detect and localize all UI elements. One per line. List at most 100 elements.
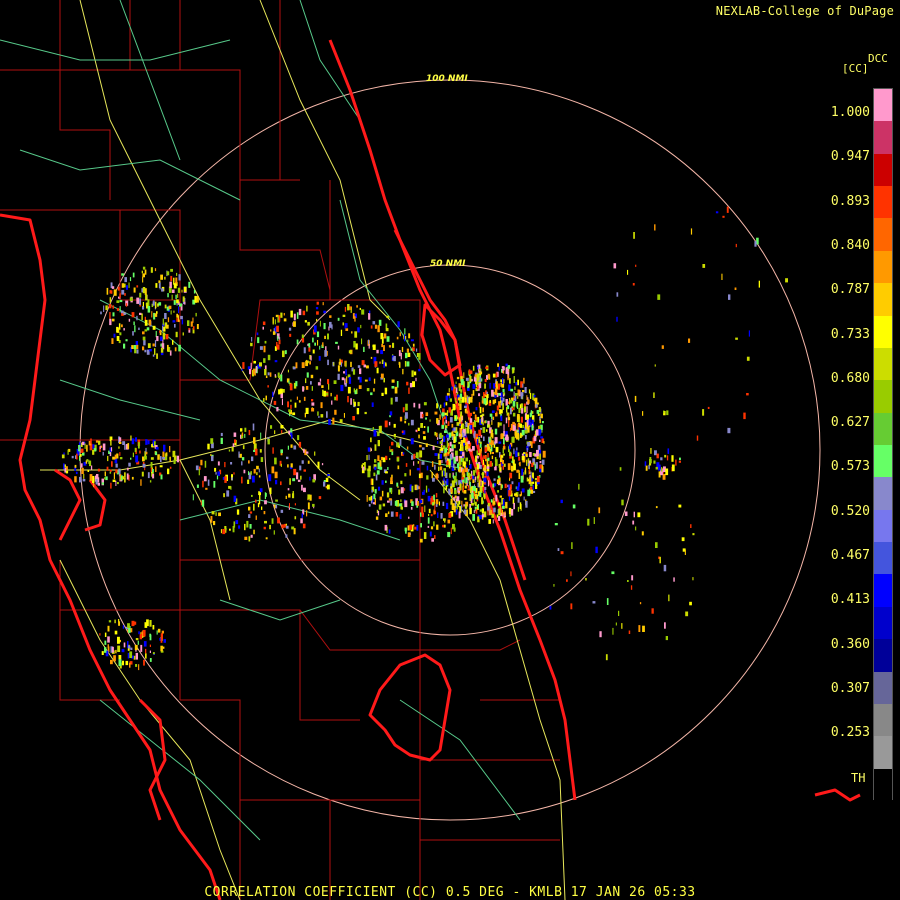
echo-pixel [287,464,289,468]
echo-pixel [294,516,297,520]
echo-pixel [247,479,249,484]
echo-pixel [348,350,352,354]
echo-pixel [508,384,511,391]
echo-pixel [368,504,371,507]
echo-pixel [496,405,499,411]
echo-pixel [138,442,140,449]
echo-pixel [131,312,135,318]
echo-pixel [119,457,123,460]
echo-pixel [225,528,227,531]
echo-pixel [129,277,132,282]
echo-pixel [459,403,462,411]
echo-pixel [264,520,267,524]
echo-pixel [249,524,252,529]
echo-pixel [655,542,658,548]
echo-pixel [387,511,390,515]
source-credit: NEXLAB-College of DuPage [715,4,894,18]
echo-pixel [280,509,284,513]
echo-pixel [285,525,289,529]
echo-pixel [502,370,505,374]
echo-pixel [370,437,372,443]
echo-pixel [631,575,634,581]
echo-pixel [281,398,283,406]
echo-pixel [598,507,601,514]
color-scale-swatch [874,671,892,705]
echo-pixel [303,347,306,354]
echo-pixel [454,490,457,495]
echo-pixel [465,477,468,483]
echo-pixel [372,321,376,325]
echo-pixel [233,495,237,502]
echo-pixel [410,419,414,426]
echo-pixel [267,438,270,445]
echo-pixel [428,488,430,492]
echo-pixel [404,500,408,508]
echo-pixel [133,345,137,350]
echo-pixel [325,477,329,482]
echo-pixel [307,343,309,346]
echo-pixel [386,336,390,342]
echo-pixel [109,452,112,457]
echo-pixel [323,310,326,314]
echo-pixel [758,280,760,288]
echo-pixel [359,368,362,375]
echo-pixel [526,414,529,420]
echo-pixel [253,360,256,364]
echo-pixel [242,362,245,369]
echo-pixel [474,501,477,506]
echo-pixel [450,527,452,535]
echo-pixel [133,321,135,326]
echo-pixel [688,338,691,343]
echo-pixel [241,432,244,436]
echo-pixel [673,577,675,582]
echo-pixel [489,400,491,403]
echo-pixel [150,267,153,273]
echo-pixel [466,483,468,486]
echo-pixel [459,461,462,466]
echo-pixel [312,503,315,507]
echo-pixel [127,467,129,471]
echo-pixel [480,427,483,430]
echo-pixel [726,206,729,213]
echo-pixel [150,462,153,469]
echo-pixel [281,430,283,434]
echo-pixel [129,297,133,302]
color-scale-tick-label: 0.840 [830,237,870,253]
echo-pixel [115,469,118,474]
echo-pixel [109,436,111,442]
echo-pixel [587,518,590,526]
echo-pixel [265,537,268,540]
echo-pixel [453,388,456,394]
echo-pixel [354,331,358,338]
color-scale-swatch [874,121,892,155]
echo-pixel [536,475,540,483]
echo-pixel [147,440,150,445]
echo-pixel [250,471,252,475]
echo-pixel [458,511,461,519]
echo-pixel [354,316,356,322]
legend-product-code: DCC [868,52,888,65]
echo-pixel [450,448,454,452]
echo-pixel [642,625,645,632]
echo-pixel [378,319,382,326]
echo-pixel [481,514,485,518]
echo-pixel [169,456,171,463]
echo-pixel [132,272,135,278]
echo-pixel [151,311,153,318]
secondary-roads [0,0,521,841]
echo-pixel [318,355,321,361]
echo-pixel [504,511,506,516]
echo-pixel [130,647,133,650]
echo-pixel [437,453,440,460]
echo-pixel [378,504,382,510]
echo-pixel [298,400,301,403]
echo-pixel [486,391,488,394]
echo-pixel [470,487,472,494]
echo-pixel [322,302,324,306]
echo-pixel [509,378,511,384]
echo-pixel [524,467,527,474]
echo-pixel [305,407,309,414]
echo-pixel [371,490,373,493]
echo-pixel [520,432,522,438]
echo-pixel [274,430,276,434]
